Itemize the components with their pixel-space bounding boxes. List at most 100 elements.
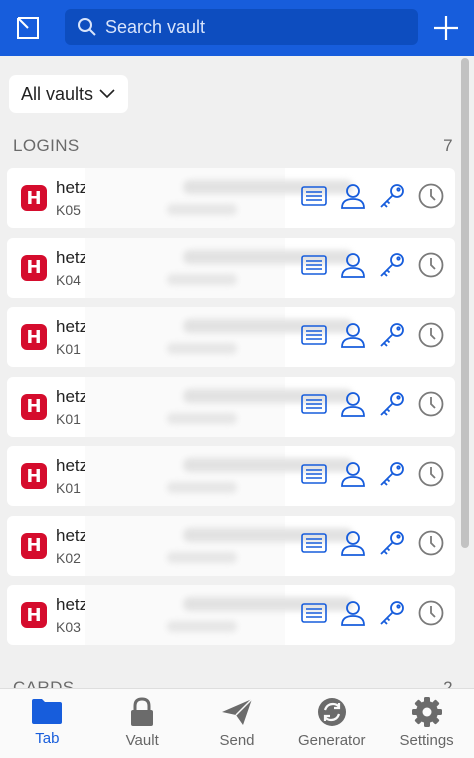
user-icon — [341, 461, 365, 492]
tab-current[interactable]: Tab — [0, 689, 95, 758]
login-username: K04 — [56, 271, 81, 288]
copy-password-button[interactable] — [377, 253, 407, 283]
login-item[interactable]: Hhetz K01 — [7, 446, 455, 506]
login-item[interactable]: Hhetz K05 — [7, 168, 455, 228]
tab-generator[interactable]: Generator — [284, 689, 379, 758]
add-item-button[interactable] — [428, 10, 464, 46]
clock-icon — [418, 252, 444, 283]
redacted-area — [85, 376, 353, 437]
card-details-icon — [301, 393, 327, 420]
folder-icon — [32, 699, 63, 724]
copy-totp-button[interactable] — [416, 322, 446, 352]
scrollbar[interactable] — [461, 58, 469, 548]
clock-icon — [418, 183, 444, 214]
copy-totp-button[interactable] — [416, 252, 446, 283]
login-item[interactable]: Hhetz K01 — [7, 376, 455, 437]
login-name: hetz — [56, 595, 89, 614]
copy-password-button[interactable] — [377, 322, 407, 352]
key-icon — [379, 183, 405, 214]
item-actions — [299, 252, 455, 283]
user-icon — [341, 322, 365, 353]
copy-password-button[interactable] — [377, 183, 407, 213]
card-details-icon — [301, 602, 327, 629]
popout-button[interactable] — [10, 10, 46, 46]
login-item[interactable]: Hhetz K03 — [7, 585, 455, 645]
refresh-icon — [317, 698, 346, 726]
item-actions — [299, 183, 455, 213]
copy-username-button[interactable] — [338, 183, 368, 213]
search-box[interactable] — [65, 9, 418, 45]
copy-password-button[interactable] — [377, 600, 407, 630]
key-icon — [379, 252, 405, 283]
copy-password-button[interactable] — [377, 392, 407, 422]
vault-content: All vaults LOGINS 7 Hhetz K05 Hhetz K04 Hhet… — [0, 56, 474, 688]
copy-totp-button[interactable] — [416, 530, 446, 561]
item-actions — [299, 530, 455, 561]
logins-section-title: LOGINS — [13, 136, 80, 155]
login-name: hetz — [56, 247, 89, 267]
redacted-area — [85, 446, 353, 506]
login-username: K01 — [56, 410, 81, 427]
login-item[interactable]: Hhetz K04 — [7, 237, 455, 298]
view-details-button[interactable] — [299, 461, 329, 491]
site-logo-letter: H — [26, 604, 42, 626]
copy-username-button[interactable] — [338, 600, 368, 630]
copy-username-button[interactable] — [338, 461, 368, 491]
copy-username-button[interactable] — [338, 531, 368, 561]
login-username: K01 — [56, 480, 81, 496]
tab-send[interactable]: Send — [190, 689, 285, 758]
login-name: hetz — [56, 317, 89, 336]
clock-icon — [418, 322, 444, 353]
login-item[interactable]: Hhetz K02 — [7, 515, 455, 576]
gear-icon — [411, 697, 442, 727]
vault-filter-dropdown[interactable]: All vaults — [9, 75, 128, 113]
tab-label: Tab — [35, 730, 60, 747]
login-name: hetz — [56, 178, 89, 197]
cards-count: 2 — [443, 678, 453, 688]
view-details-button[interactable] — [299, 531, 329, 561]
tab-settings[interactable]: Settings — [379, 689, 474, 758]
view-details-button[interactable] — [299, 392, 329, 422]
site-logo-icon: H — [21, 602, 47, 628]
site-logo-icon: H — [21, 393, 47, 420]
redacted-area — [85, 585, 353, 645]
chevron-down-icon — [99, 89, 115, 99]
copy-password-button[interactable] — [377, 531, 407, 561]
cards-section-title: CARDS — [13, 678, 75, 688]
site-logo-icon: H — [21, 324, 47, 350]
copy-password-button[interactable] — [377, 461, 407, 491]
login-item[interactable]: Hhetz K01 — [7, 307, 455, 367]
card-details-icon — [301, 532, 327, 559]
user-icon — [341, 183, 365, 214]
plus-icon — [434, 16, 458, 40]
card-details-icon — [301, 185, 327, 212]
view-details-button[interactable] — [299, 600, 329, 630]
site-logo-icon: H — [21, 185, 47, 211]
clock-icon — [418, 391, 444, 422]
copy-username-button[interactable] — [338, 392, 368, 422]
copy-totp-button[interactable] — [416, 391, 446, 422]
cards-section-header: CARDS 2 — [13, 676, 453, 688]
redacted-area — [85, 237, 353, 298]
search-input[interactable] — [105, 16, 385, 38]
view-details-button[interactable] — [299, 253, 329, 283]
site-logo-letter: H — [26, 326, 42, 348]
site-logo-icon: H — [21, 254, 47, 281]
login-username: K03 — [56, 619, 81, 635]
copy-username-button[interactable] — [338, 253, 368, 283]
card-details-icon — [301, 324, 327, 351]
copy-totp-button[interactable] — [416, 600, 446, 630]
key-icon — [379, 530, 405, 561]
login-name: hetz — [56, 456, 89, 475]
copy-totp-button[interactable] — [416, 461, 446, 491]
view-details-button[interactable] — [299, 322, 329, 352]
view-details-button[interactable] — [299, 183, 329, 213]
key-icon — [379, 391, 405, 422]
copy-totp-button[interactable] — [416, 183, 446, 213]
copy-username-button[interactable] — [338, 322, 368, 352]
tab-vault[interactable]: Vault — [95, 689, 190, 758]
logins-count: 7 — [443, 136, 453, 155]
clock-icon — [418, 461, 444, 492]
lock-icon — [131, 697, 154, 726]
site-logo-letter: H — [26, 257, 42, 278]
